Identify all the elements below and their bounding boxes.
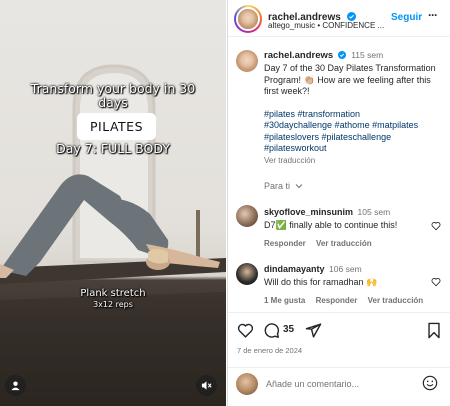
- caption-author-avatar[interactable]: [236, 50, 258, 72]
- follow-button[interactable]: Seguir: [391, 12, 422, 23]
- heart-icon[interactable]: [431, 221, 441, 231]
- caption-hashtags-3[interactable]: #pilateslovers #pilateschallenge: [264, 132, 444, 144]
- translate-button[interactable]: Ver traducción: [368, 296, 424, 305]
- post-header: rachel.andrews altego_music • CONFIDENCE…: [228, 0, 450, 37]
- comment-count: 35: [283, 324, 295, 335]
- video-pill-label: PILATES: [77, 113, 156, 140]
- author-avatar[interactable]: [234, 5, 262, 33]
- chevron-down-icon: [295, 184, 302, 189]
- for-you-label: Para ti: [264, 181, 291, 191]
- comments-section: rachel.andrews 115 sem Day 7 of the 30 D…: [228, 37, 450, 312]
- video-frame: [0, 64, 226, 406]
- share-icon[interactable]: [305, 322, 322, 339]
- add-comment-bar: [228, 367, 450, 406]
- comment-text: Will do this for ramadhan 🙌: [264, 277, 378, 287]
- comment-text: D7✅ finally able to continue this!: [264, 220, 398, 230]
- emoji-icon[interactable]: [422, 375, 438, 391]
- caption-block: rachel.andrews 115 sem Day 7 of the 30 D…: [264, 49, 444, 165]
- current-user-avatar: [236, 373, 258, 395]
- video-headline: Transform your body in 30 days: [30, 81, 196, 110]
- post-actions: 35 7 de enero de 2024: [228, 312, 450, 367]
- reply-button[interactable]: Responder: [264, 239, 306, 248]
- caption-time: 115 sem: [351, 50, 384, 60]
- caption-hashtags-2[interactable]: #30daychallenge #athome #matpilates: [264, 120, 444, 132]
- video-day-label: Day 7: FULL BODY: [56, 141, 170, 156]
- verified-badge-icon: [347, 12, 357, 21]
- caption-translate-link[interactable]: Ver traducción: [264, 156, 444, 165]
- comment-item: skyoflove_minsunim 105 sem D7✅ finally a…: [264, 207, 434, 248]
- comment-time: 105 sem: [357, 207, 391, 217]
- bookmark-icon[interactable]: [426, 322, 442, 339]
- caption-text: Day 7 of the 30 Day Pilates Transformati…: [264, 63, 436, 96]
- audio-attribution[interactable]: altego_music • CONFIDENCE ...: [268, 21, 384, 30]
- for-you-dropdown[interactable]: Para ti: [264, 181, 303, 191]
- post-date: 7 de enero de 2024: [237, 346, 303, 355]
- caption-username[interactable]: rachel.andrews: [264, 50, 333, 61]
- tagged-users-button[interactable]: [5, 375, 26, 396]
- caption-hashtags-1[interactable]: #pilates #transformation: [264, 109, 444, 121]
- comment-likes[interactable]: 1 Me gusta: [264, 296, 305, 305]
- caption-hashtags-4[interactable]: #pilatesworkout: [264, 143, 444, 155]
- heart-icon[interactable]: [431, 277, 441, 287]
- comment-bubble-icon[interactable]: [263, 322, 280, 339]
- speaker-muted-icon: [201, 381, 212, 390]
- post-details-panel: rachel.andrews altego_music • CONFIDENCE…: [227, 0, 450, 406]
- comment-username[interactable]: dindamayanty: [264, 264, 325, 274]
- commenter-avatar[interactable]: [236, 205, 258, 227]
- comment-time: 106 sem: [329, 264, 362, 274]
- video-reps-label: 3x12 reps: [93, 300, 133, 309]
- like-heart-icon[interactable]: [237, 322, 254, 339]
- comment-item: dindamayanty 106 sem Will do this for ra…: [264, 264, 434, 305]
- post-video[interactable]: Transform your body in 30 days PILATES D…: [0, 0, 226, 406]
- commenter-avatar[interactable]: [236, 263, 258, 285]
- verified-badge-icon: [337, 51, 346, 59]
- translate-button[interactable]: Ver traducción: [316, 239, 372, 248]
- reply-button[interactable]: Responder: [316, 296, 358, 305]
- more-options-icon[interactable]: ···: [428, 8, 438, 22]
- user-icon: [11, 381, 20, 391]
- comment-username[interactable]: skyoflove_minsunim: [264, 207, 353, 217]
- mute-button[interactable]: [196, 375, 217, 396]
- video-exercise-label: Plank stretch: [80, 288, 146, 299]
- add-comment-input[interactable]: [266, 376, 416, 392]
